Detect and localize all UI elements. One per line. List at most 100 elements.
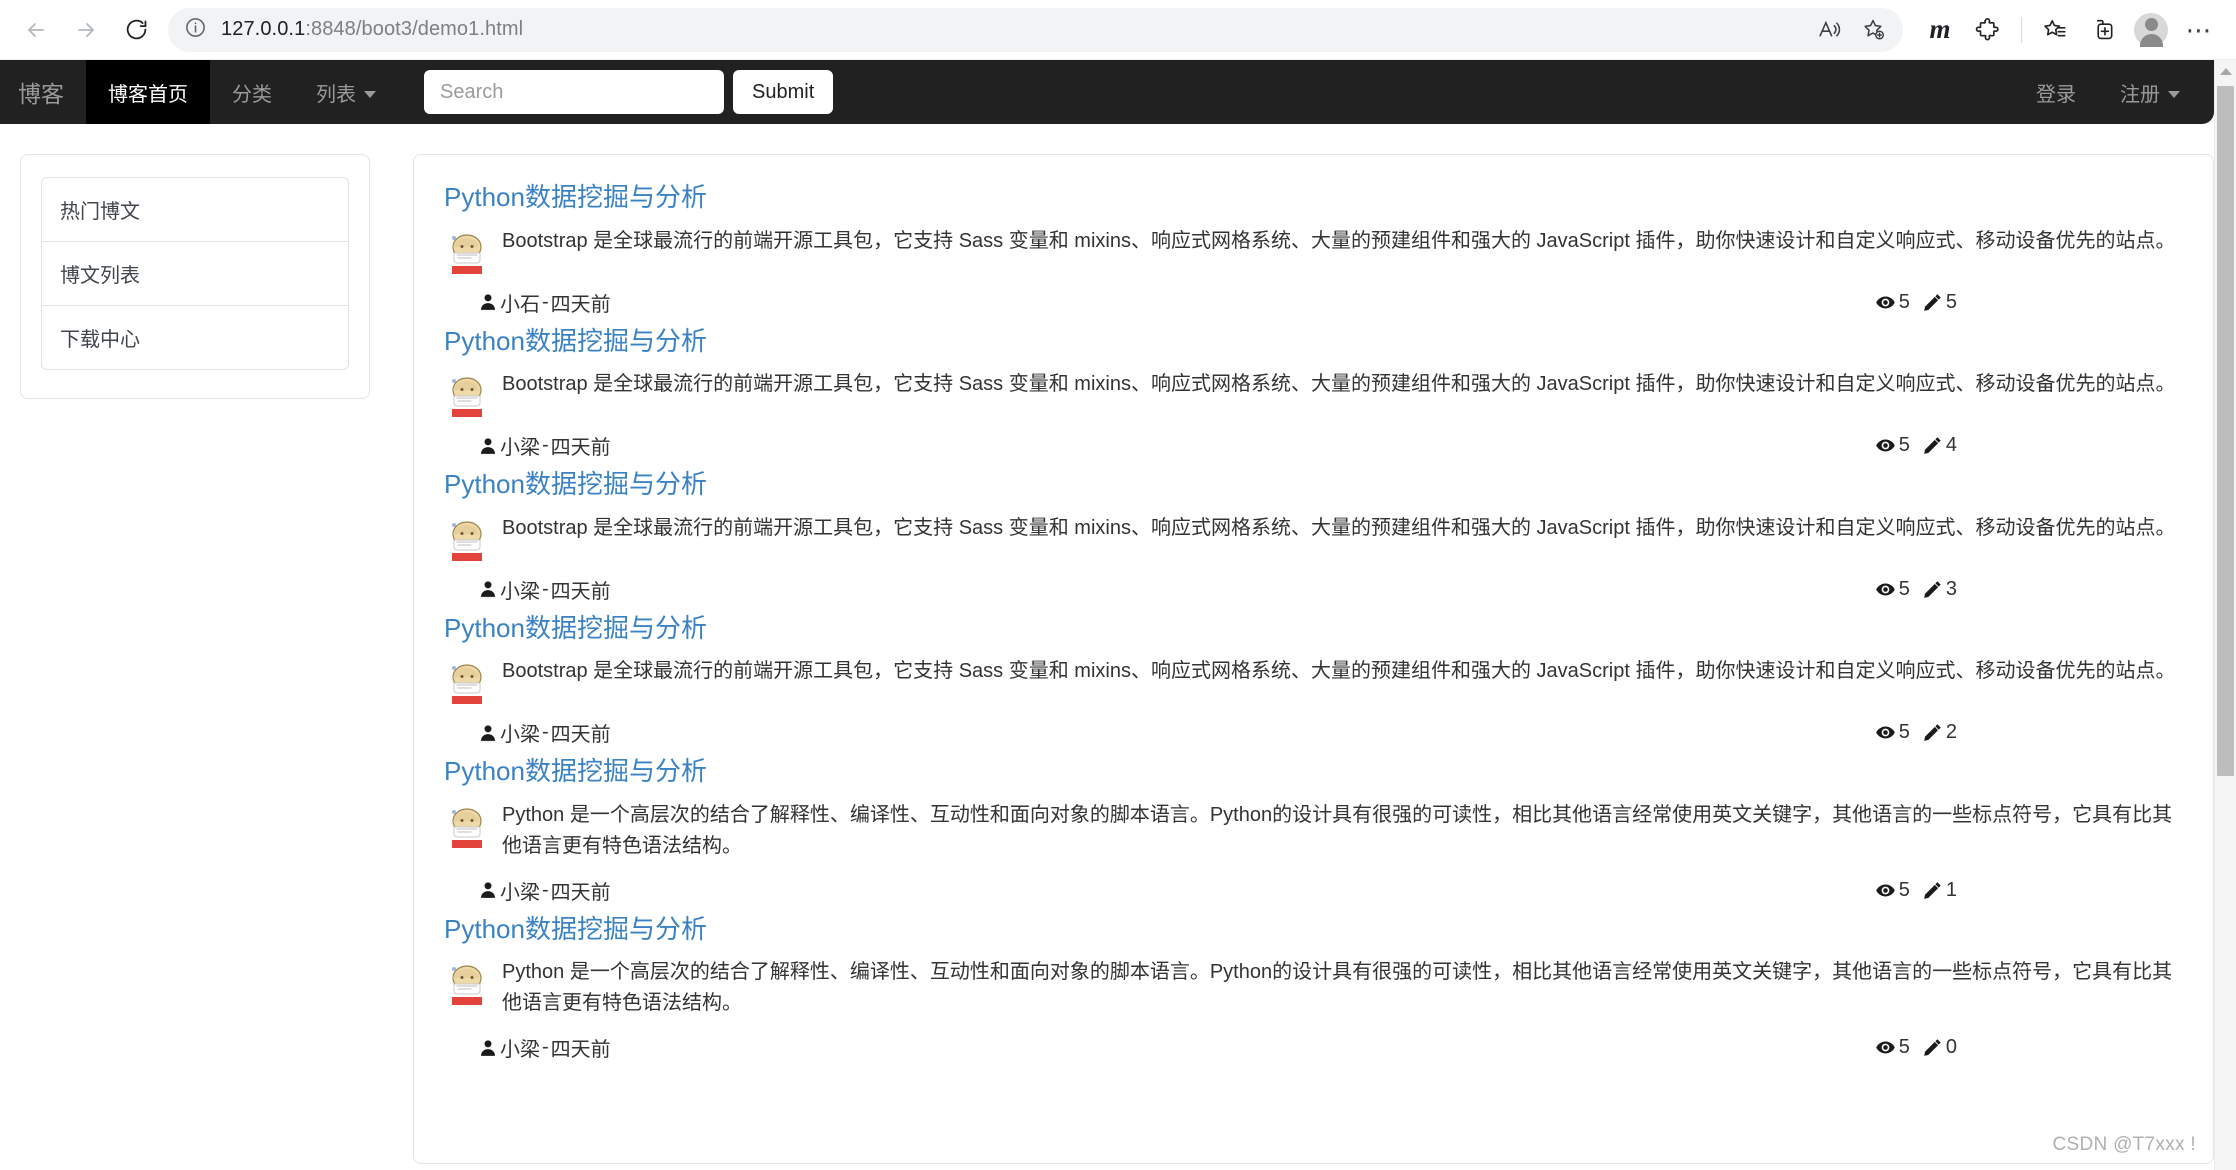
profile-avatar[interactable]: [2128, 7, 2174, 53]
eye-icon: [1875, 439, 1895, 452]
sidebar-item-post-list[interactable]: 博文列表: [42, 242, 348, 306]
person-icon: [481, 581, 495, 597]
post-meta: 小梁 - 四天前 5 3: [478, 575, 2183, 604]
post-thumbnail: [444, 959, 490, 1005]
post-thumbnail-art: [444, 658, 490, 704]
nav-item-register[interactable]: 注册: [2098, 60, 2202, 124]
browser-actions: m ⋯: [1917, 7, 2222, 53]
collections-icon[interactable]: [2032, 7, 2078, 53]
post-item: Python数据挖掘与分析 Bootstrap 是全球最流行的前端开源工具包，它…: [444, 181, 2183, 325]
pencil-icon: [1924, 1039, 1941, 1056]
sidebar-item-hot-posts[interactable]: 热门博文: [42, 178, 348, 242]
m-extension-icon[interactable]: m: [1917, 7, 1963, 53]
post-item: Python数据挖掘与分析 Python 是一个高层次的结合了解释性、编译性、互…: [444, 755, 2183, 913]
site-info-icon[interactable]: [184, 16, 207, 44]
post-author: 小梁 - 四天前: [478, 431, 611, 460]
nav-item-home-label: 博客首页: [108, 83, 188, 106]
post-meta: 小梁 - 四天前 5 0: [478, 1033, 2183, 1062]
post-view-count: 5: [1875, 578, 1910, 601]
post-edit-count-value: 1: [1945, 878, 1957, 901]
post-meta-sep: -: [542, 577, 549, 600]
extensions-icon[interactable]: [1965, 7, 2011, 53]
post-title-link[interactable]: Python数据挖掘与分析: [444, 181, 2183, 214]
pencil-icon: [1924, 881, 1941, 899]
navbar-search-form: Submit: [424, 70, 834, 114]
avatar: [2134, 12, 2168, 47]
post-body: Bootstrap 是全球最流行的前端开源工具包，它支持 Sass 变量和 mi…: [444, 656, 2183, 704]
post-meta-sep: -: [542, 721, 549, 743]
post-thumbnail-art: [444, 371, 490, 417]
post-thumbnail-art: [444, 514, 490, 561]
post-author: 小梁 - 四天前: [478, 718, 611, 747]
post-excerpt: Bootstrap 是全球最流行的前端开源工具包，它支持 Sass 变量和 mi…: [502, 229, 2176, 252]
post-title-link[interactable]: Python数据挖掘与分析: [444, 755, 2183, 788]
nav-item-login[interactable]: 登录: [2014, 60, 2098, 124]
post-thumbnail: [444, 514, 490, 561]
m-glyph: m: [1929, 14, 1951, 44]
post-title-link[interactable]: Python数据挖掘与分析: [444, 468, 2183, 501]
back-button[interactable]: [14, 8, 58, 52]
navigation-buttons: [14, 8, 158, 52]
url-host: 127.0.0.1: [221, 18, 306, 40]
eye-icon: [1875, 583, 1895, 595]
eye-icon: [1875, 884, 1895, 896]
post-edit-count: 5: [1922, 291, 1957, 314]
post-view-count: 5: [1875, 879, 1910, 902]
reload-button[interactable]: [114, 8, 158, 52]
post-stats: 5 0: [1875, 1036, 1957, 1059]
post-excerpt: Bootstrap 是全球最流行的前端开源工具包，它支持 Sass 变量和 mi…: [502, 660, 2176, 682]
navbar-links: 博客首页 分类 列表: [86, 60, 398, 124]
post-view-count-value: 5: [1898, 434, 1910, 456]
forward-button[interactable]: [64, 8, 108, 52]
nav-item-category-label: 分类: [232, 83, 272, 106]
post-time: 四天前: [550, 580, 611, 603]
person-icon: [481, 294, 495, 310]
post-edit-count: 4: [1922, 434, 1957, 457]
navbar-brand[interactable]: 博客: [0, 60, 86, 124]
post-author: 小梁 - 四天前: [478, 575, 611, 604]
post-time: 四天前: [550, 437, 611, 459]
sidebar-item-download-center[interactable]: 下载中心: [42, 306, 348, 369]
toolbar-divider: [2021, 16, 2022, 43]
scrollbar-thumb[interactable]: [2217, 86, 2234, 776]
post-thumbnail: [444, 658, 490, 704]
post-excerpt: Bootstrap 是全球最流行的前端开源工具包，它支持 Sass 变量和 mi…: [502, 516, 2176, 539]
posts-card: Python数据挖掘与分析 Bootstrap 是全球最流行的前端开源工具包，它…: [413, 154, 2214, 1164]
settings-more-icon[interactable]: ⋯: [2176, 7, 2222, 53]
post-body: Bootstrap 是全球最流行的前端开源工具包，它支持 Sass 变量和 mi…: [444, 369, 2183, 417]
scroll-up-arrow[interactable]: [2215, 60, 2236, 82]
post-body: Python 是一个高层次的结合了解释性、编译性、互动性和面向对象的脚本语言。P…: [444, 800, 2183, 862]
browser-toolbar: 127.0.0.1:8848/boot3/demo1.html m ⋯: [0, 0, 2236, 60]
page-content: 热门博文 博文列表 下载中心 Python数据挖掘与分析 Bootstrap 是…: [0, 124, 2236, 1164]
add-favorite-icon[interactable]: [1853, 10, 1893, 50]
post-stats: 5 4: [1875, 434, 1957, 457]
post-stats: 5 1: [1875, 879, 1957, 902]
page-scrollbar[interactable]: [2214, 60, 2236, 1170]
post-item: Python数据挖掘与分析 Bootstrap 是全球最流行的前端开源工具包，它…: [444, 468, 2183, 612]
address-bar[interactable]: 127.0.0.1:8848/boot3/demo1.html: [168, 7, 1903, 52]
post-title-link[interactable]: Python数据挖掘与分析: [444, 612, 2183, 645]
post-title-link[interactable]: Python数据挖掘与分析: [444, 913, 2183, 946]
nav-item-list[interactable]: 列表: [294, 60, 398, 124]
pencil-icon: [1924, 293, 1941, 311]
post-time: 四天前: [550, 881, 611, 904]
nav-item-home[interactable]: 博客首页: [86, 60, 210, 124]
post-title-link[interactable]: Python数据挖掘与分析: [444, 325, 2183, 358]
post-meta: 小石 - 四天前 5 5: [478, 288, 2183, 317]
nav-item-category[interactable]: 分类: [210, 60, 294, 124]
post-thumbnail-art: [444, 959, 490, 1005]
post-time: 四天前: [550, 1039, 611, 1061]
post-edit-count-value: 3: [1945, 577, 1957, 600]
post-body: Bootstrap 是全球最流行的前端开源工具包，它支持 Sass 变量和 mi…: [444, 226, 2183, 274]
submit-button[interactable]: Submit: [733, 70, 834, 114]
browser-essentials-icon[interactable]: [2080, 7, 2126, 53]
post-edit-count: 0: [1922, 1036, 1957, 1059]
person-icon: [481, 724, 495, 741]
eye-icon: [1875, 726, 1895, 739]
post-stats: 5 3: [1875, 578, 1957, 601]
post-excerpt: Python 是一个高层次的结合了解释性、编译性、互动性和面向对象的脚本语言。P…: [502, 961, 2173, 1014]
post-view-count: 5: [1875, 434, 1910, 457]
read-aloud-icon[interactable]: [1809, 10, 1849, 50]
post-author-name: 小梁: [500, 580, 540, 603]
search-input[interactable]: [424, 70, 724, 114]
